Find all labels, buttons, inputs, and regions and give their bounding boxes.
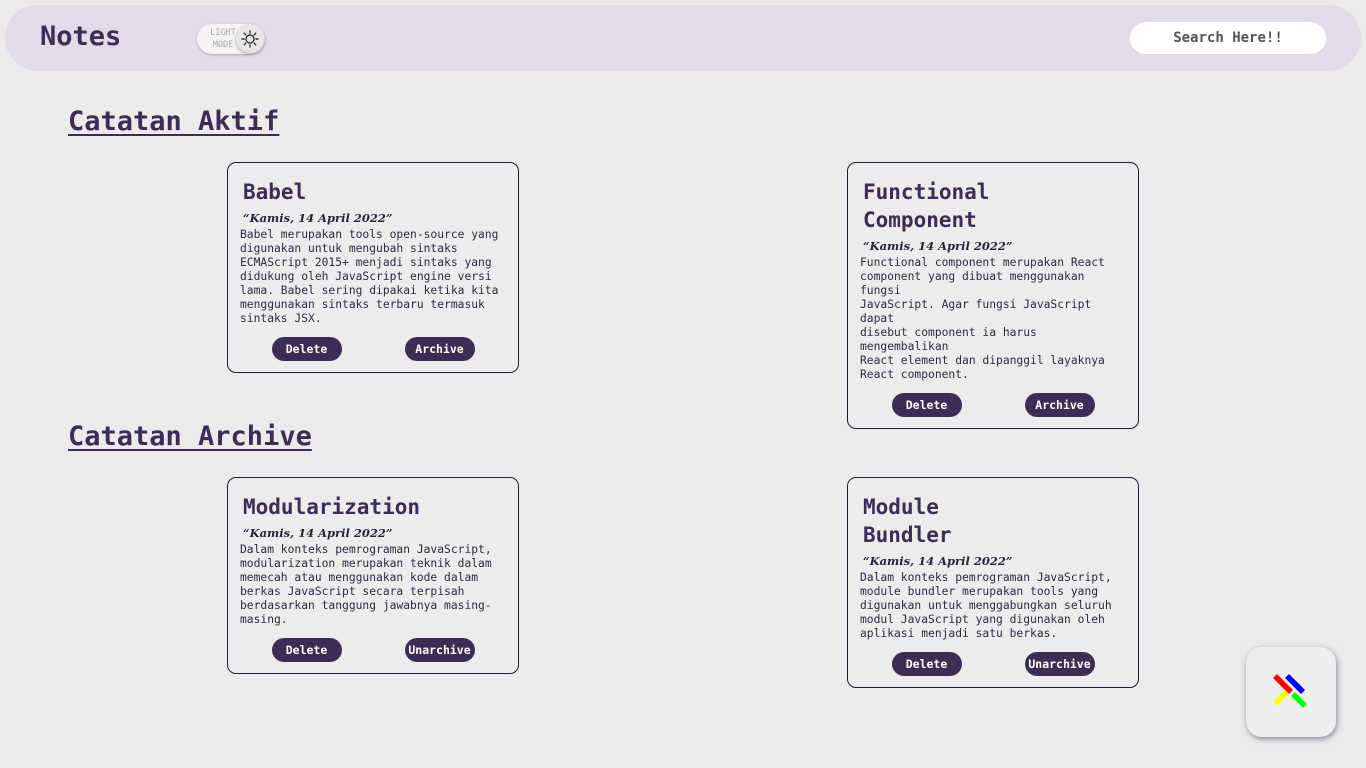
active-notes-heading: Catatan Aktif [68, 106, 280, 137]
note-body: Dalam konteks pemrograman JavaScript, mo… [240, 543, 492, 626]
delete-button[interactable]: Delete [271, 638, 342, 662]
note-card: Module Bundler “Kamis, 14 April 2022” Da… [847, 477, 1139, 688]
note-card: Modularization “Kamis, 14 April 2022” Da… [227, 477, 519, 674]
unarchive-button[interactable]: Unarchive [404, 638, 475, 662]
delete-button[interactable]: Delete [891, 652, 962, 676]
theme-toggle[interactable]: LIGHT MODE [197, 24, 265, 54]
delete-button[interactable]: Delete [271, 337, 342, 361]
search-input[interactable] [1130, 22, 1326, 54]
note-body: Babel merupakan tools open-source yang d… [240, 228, 499, 325]
archive-button[interactable]: Archive [1024, 393, 1095, 417]
note-actions: Delete Unarchive [860, 652, 1126, 676]
note-card: Babel “Kamis, 14 April 2022” Babel merup… [227, 162, 519, 373]
theme-toggle-label: LIGHT MODE [210, 28, 236, 50]
app-title: Notes [40, 21, 122, 52]
note-date: “Kamis, 14 April 2022” [243, 211, 393, 225]
archive-notes-heading: Catatan Archive [68, 421, 312, 452]
add-note-button[interactable] [1246, 647, 1336, 737]
note-date: “Kamis, 14 April 2022” [863, 239, 1013, 253]
note-card: Functional Component “Kamis, 14 April 20… [847, 162, 1139, 429]
note-actions: Delete Archive [240, 337, 506, 361]
archive-button[interactable]: Archive [404, 337, 475, 361]
unarchive-button[interactable]: Unarchive [1024, 652, 1095, 676]
note-title: Babel [243, 180, 307, 204]
note-actions: Delete Archive [860, 393, 1126, 417]
note-title: Functional Component [863, 180, 990, 232]
add-note-icon [1273, 674, 1307, 708]
note-actions: Delete Unarchive [240, 638, 506, 662]
note-title: Module Bundler [863, 495, 952, 547]
note-date: “Kamis, 14 April 2022” [863, 554, 1013, 568]
sun-icon [236, 25, 264, 53]
note-body: Functional component merupakan React com… [860, 256, 1105, 381]
note-body: Dalam konteks pemrograman JavaScript, mo… [860, 571, 1112, 640]
delete-button[interactable]: Delete [891, 393, 962, 417]
navbar: Notes LIGHT MODE [5, 5, 1361, 71]
note-title: Modularization [243, 495, 421, 519]
note-date: “Kamis, 14 April 2022” [243, 526, 393, 540]
